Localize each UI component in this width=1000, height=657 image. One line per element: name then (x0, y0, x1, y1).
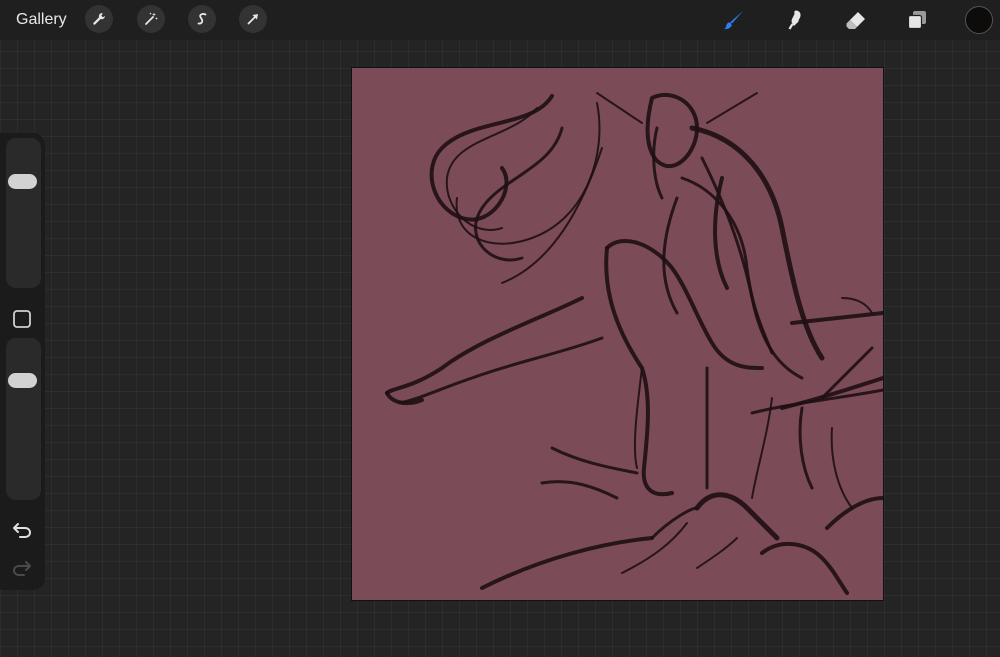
layers-icon (907, 11, 926, 30)
modify-square-icon (13, 310, 31, 328)
magic-wand-icon (145, 12, 158, 25)
redo-button[interactable] (10, 557, 34, 581)
top-toolbar: Gallery (0, 0, 1000, 40)
selection-button[interactable] (188, 5, 216, 33)
undo-button[interactable] (10, 519, 34, 543)
drawing-canvas[interactable] (351, 67, 884, 601)
opacity-thumb[interactable] (8, 373, 37, 389)
brush-icon (724, 11, 743, 30)
opacity-slider[interactable] (6, 338, 41, 500)
transform-button[interactable] (239, 5, 267, 33)
modify-button[interactable] (12, 309, 32, 329)
transform-arrow-icon (247, 14, 258, 25)
gallery-button[interactable]: Gallery (16, 11, 67, 29)
eraser-icon (846, 12, 865, 29)
brush-size-slider[interactable] (6, 138, 41, 288)
color-picker-button[interactable] (965, 6, 993, 34)
brush-size-thumb[interactable] (8, 174, 37, 190)
actions-button[interactable] (85, 5, 113, 33)
smudge-tool[interactable] (780, 5, 810, 35)
eraser-tool[interactable] (841, 5, 871, 35)
redo-icon (12, 561, 31, 576)
adjustments-button[interactable] (137, 5, 165, 33)
selection-icon (197, 13, 207, 25)
left-sidebar (0, 133, 45, 590)
layers-tool[interactable] (902, 5, 932, 35)
smudge-icon (788, 10, 801, 30)
wrench-icon (93, 13, 105, 25)
sketch-artwork (385, 92, 883, 595)
brush-tool[interactable] (719, 5, 749, 35)
undo-icon (13, 523, 32, 538)
